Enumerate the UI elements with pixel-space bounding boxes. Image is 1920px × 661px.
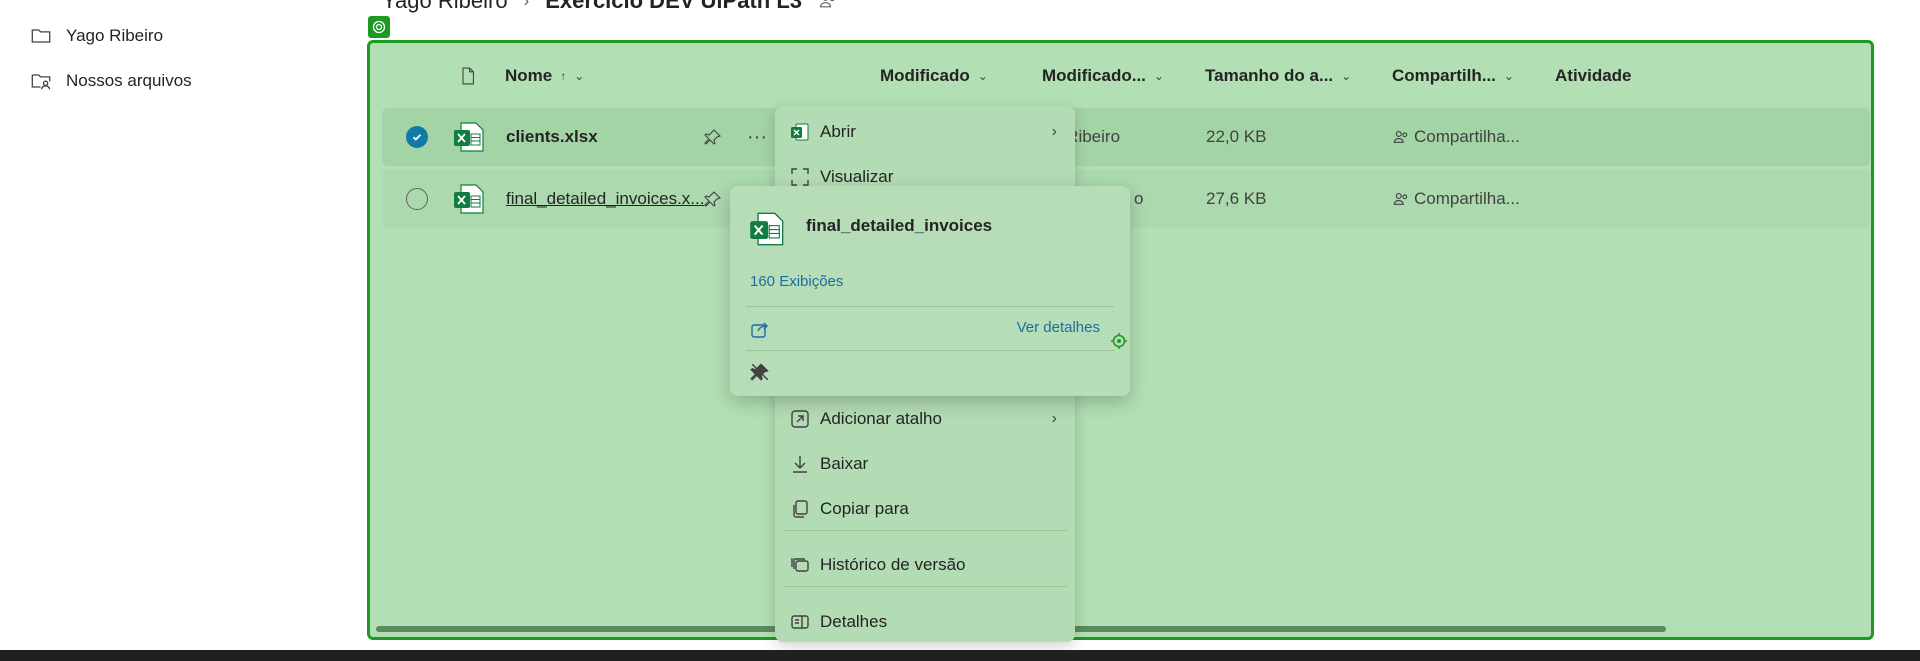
column-header-name-label: Nome	[505, 66, 553, 85]
column-header-modified[interactable]: Modificado ⌄	[880, 66, 988, 86]
excel-icon	[789, 121, 811, 143]
nav-item-yago-ribeiro[interactable]: Yago Ribeiro	[30, 21, 163, 51]
chevron-right-icon: ›	[523, 0, 530, 10]
column-header-activity[interactable]: Atividade	[1555, 66, 1632, 86]
modified-by: o	[1134, 189, 1144, 208]
copy-icon	[789, 498, 811, 520]
people-icon	[819, 0, 835, 8]
card-file-title[interactable]: final_detailed_invoices	[806, 216, 992, 236]
row-checkbox[interactable]	[406, 108, 428, 166]
folder-icon	[31, 29, 51, 43]
column-header-sharing-label: Compartilh...	[1392, 66, 1496, 85]
column-header-size[interactable]: Tamanho do a... ⌄	[1205, 66, 1351, 86]
chevron-down-icon: ⌄	[1341, 69, 1352, 83]
card-separator	[746, 350, 1114, 351]
file-size: 27,6 KB	[1206, 189, 1267, 208]
menu-item-download[interactable]: Baixar	[775, 444, 1075, 484]
view-details-link[interactable]: Ver detalhes	[1017, 319, 1100, 336]
version-history-icon	[789, 554, 811, 576]
target-icon	[368, 16, 390, 38]
menu-item-label: Copiar para	[820, 499, 909, 518]
app-window: Yago Ribeiro Nossos arquivos Yago Ribeir…	[0, 0, 1920, 661]
file-icon	[462, 67, 474, 85]
left-navigation: Yago Ribeiro Nossos arquivos	[0, 0, 360, 650]
card-view-count: 160 Exibições	[750, 273, 844, 290]
list-header: Nome ↑ ⌄ Modificado ⌄ Modificado... ⌄ Ta…	[370, 60, 1870, 94]
breadcrumb: Yago Ribeiro › Exercício DEV UiPath L3	[382, 0, 838, 14]
share-icon[interactable]	[750, 320, 770, 345]
column-header-sharing[interactable]: Compartilh... ⌄	[1392, 66, 1514, 86]
table-row[interactable]: clients.xlsx ··· o Ribeiro 22,0 KB Compa…	[382, 108, 1870, 166]
nav-item-label: Yago Ribeiro	[66, 26, 164, 45]
file-hover-card: final_detailed_invoices 160 Exibições Ve…	[730, 186, 1130, 396]
menu-item-label: Abrir	[820, 122, 856, 141]
file-type-column-header[interactable]	[458, 66, 478, 86]
menu-item-label: Detalhes	[820, 612, 888, 631]
chevron-down-icon: ⌄	[574, 69, 585, 83]
file-name[interactable]: final_detailed_invoices.x...	[506, 170, 704, 228]
chevron-down-icon: ⌄	[1153, 69, 1164, 83]
checkmark-icon	[406, 126, 428, 148]
chevron-down-icon: ⌄	[977, 69, 988, 83]
excel-file-icon	[748, 210, 786, 253]
menu-item-copy-to[interactable]: Copiar para	[775, 489, 1075, 529]
shared-folder-icon	[31, 74, 51, 90]
pin-icon[interactable]	[704, 170, 722, 228]
people-icon	[1393, 193, 1408, 205]
sharing-label: Compartilha...	[1414, 189, 1520, 208]
unchecked-circle-icon	[406, 188, 428, 210]
chevron-down-icon: ⌄	[1503, 69, 1514, 83]
card-separator	[746, 306, 1114, 307]
menu-item-version-history[interactable]: Histórico de versão	[775, 545, 1075, 585]
sharing-status[interactable]: Compartilha...	[1392, 108, 1520, 166]
unpin-icon[interactable]	[750, 362, 770, 387]
menu-separator	[785, 586, 1067, 587]
nav-item-nossos-arquivos[interactable]: Nossos arquivos	[30, 66, 192, 96]
pin-icon[interactable]	[704, 108, 722, 166]
column-header-size-label: Tamanho do a...	[1205, 66, 1334, 85]
excel-file-icon	[452, 108, 486, 166]
shortcut-icon	[789, 408, 811, 430]
sort-ascending-icon: ↑	[560, 69, 567, 83]
column-header-modified-label: Modificado	[880, 66, 970, 85]
menu-item-add-shortcut[interactable]: Adicionar atalho ›	[775, 399, 1075, 439]
chevron-right-icon: ›	[1051, 123, 1057, 140]
locator-icon	[1110, 332, 1128, 350]
details-icon	[789, 611, 811, 633]
nav-item-label: Nossos arquivos	[66, 71, 192, 90]
excel-file-icon	[452, 170, 486, 228]
chevron-right-icon: ›	[1051, 410, 1057, 427]
expand-icon	[789, 166, 811, 188]
column-header-modified-by[interactable]: Modificado... ⌄	[1042, 66, 1164, 86]
menu-item-label: Adicionar atalho	[820, 409, 942, 428]
menu-item-details[interactable]: Detalhes	[775, 602, 1075, 642]
breadcrumb-parent[interactable]: Yago Ribeiro	[382, 0, 508, 14]
file-name[interactable]: clients.xlsx	[506, 108, 598, 166]
menu-separator	[785, 530, 1067, 531]
menu-item-label: Visualizar	[820, 167, 894, 186]
people-icon	[1393, 131, 1408, 143]
file-size: 22,0 KB	[1206, 127, 1267, 146]
sharing-label: Compartilha...	[1414, 127, 1520, 146]
column-header-name[interactable]: Nome ↑ ⌄	[505, 66, 584, 86]
taskbar	[0, 650, 1920, 661]
column-header-activity-label: Atividade	[1555, 66, 1632, 85]
more-options-icon[interactable]: ···	[747, 108, 767, 166]
column-header-modified-by-label: Modificado...	[1042, 66, 1146, 85]
download-icon	[789, 453, 811, 475]
menu-item-label: Baixar	[820, 454, 869, 473]
breadcrumb-current: Exercício DEV UiPath L3	[545, 0, 802, 13]
menu-item-label: Histórico de versão	[820, 555, 966, 574]
row-checkbox[interactable]	[406, 170, 428, 228]
menu-item-open[interactable]: Abrir ›	[775, 112, 1075, 152]
sharing-status[interactable]: Compartilha...	[1392, 170, 1520, 228]
